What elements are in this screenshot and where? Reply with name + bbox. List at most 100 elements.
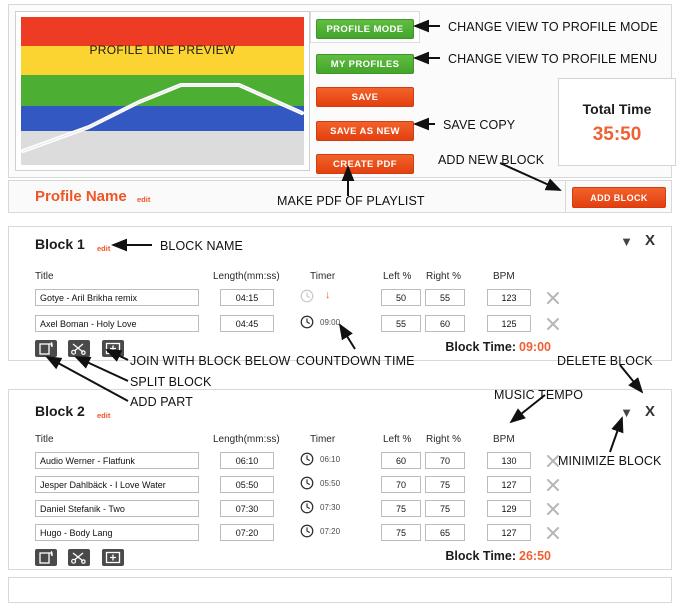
countdown-time-value: 07:30 [320, 503, 341, 512]
block-2-edit-link[interactable]: edit [97, 411, 110, 420]
profile-line-preview: PROFILE LINE PREVIEW [15, 11, 310, 171]
block-2-title: Block 2 [35, 403, 85, 419]
left-percent-input[interactable] [381, 289, 421, 306]
column-header-left: Left % [383, 271, 412, 282]
track-length-input[interactable] [220, 315, 274, 332]
countdown-time-value: 09:00 [320, 318, 341, 327]
column-header-timer: Timer [310, 271, 336, 282]
preview-label: PROFILE LINE PREVIEW [89, 43, 236, 57]
annotation-label: DELETE BLOCK [557, 354, 653, 368]
annotation-label: ADD PART [130, 395, 193, 409]
total-time-label: Total Time [582, 101, 652, 117]
add-block-bar: ADD BLOCK [565, 180, 672, 213]
save-as-new-button[interactable]: SAVE AS NEW [316, 121, 414, 141]
track-title-input[interactable] [35, 524, 199, 541]
delete-row-icon[interactable] [545, 525, 561, 546]
block-1-edit-link[interactable]: edit [97, 244, 110, 253]
right-percent-input[interactable] [425, 500, 465, 517]
countdown-time-value: 05:50 [320, 479, 341, 488]
clock-icon-active[interactable] [300, 452, 314, 471]
countdown-arrow-icon: ↓ [325, 289, 331, 301]
save-button[interactable]: SAVE [316, 87, 414, 107]
bpm-input[interactable] [487, 452, 531, 469]
left-percent-input[interactable] [381, 452, 421, 469]
column-header-right: Right % [426, 271, 462, 282]
delete-row-icon[interactable] [545, 477, 561, 498]
table-row: ↓ [9, 289, 671, 313]
page-title: Profile Name [35, 188, 127, 205]
add-part-icon[interactable] [101, 549, 124, 566]
create-pdf-button[interactable]: CREATE PDF [316, 154, 414, 174]
right-percent-input[interactable] [425, 476, 465, 493]
delete-row-icon[interactable] [545, 316, 561, 337]
my-profiles-button[interactable]: MY PROFILES [316, 54, 414, 74]
block-1-title: Block 1 [35, 236, 85, 252]
annotation-label: CHANGE VIEW TO PROFILE MENU [448, 52, 658, 66]
profile-mode-button[interactable]: PROFILE MODE [316, 19, 414, 39]
column-header-length: Length(mm:ss) [213, 271, 280, 282]
left-percent-input[interactable] [381, 476, 421, 493]
table-row: 05:50 [9, 476, 671, 500]
profile-name-edit-link[interactable]: edit [137, 195, 150, 204]
column-header-length: Length(mm:ss) [213, 434, 280, 445]
profile-line-graph [21, 83, 304, 153]
annotation-label: MUSIC TEMPO [494, 388, 584, 402]
preview-canvas: PROFILE LINE PREVIEW [21, 17, 304, 165]
right-percent-input[interactable] [425, 315, 465, 332]
block-2-delete-icon[interactable]: X [645, 404, 655, 419]
bpm-input[interactable] [487, 500, 531, 517]
track-length-input[interactable] [220, 500, 274, 517]
countdown-time-value: 07:20 [320, 527, 341, 536]
right-percent-input[interactable] [425, 289, 465, 306]
clock-icon-inactive[interactable] [300, 289, 314, 308]
track-length-input[interactable] [220, 476, 274, 493]
block-1-delete-icon[interactable]: X [645, 233, 655, 248]
table-row: 07:30 [9, 500, 671, 524]
track-title-input[interactable] [35, 476, 199, 493]
add-block-button[interactable]: ADD BLOCK [572, 187, 666, 208]
track-length-input[interactable] [220, 289, 274, 306]
annotation-label: JOIN WITH BLOCK BELOW [130, 354, 291, 368]
right-percent-input[interactable] [425, 452, 465, 469]
block-2-time: Block Time: 26:50 [445, 549, 551, 563]
annotation-label: MAKE PDF OF PLAYLIST [277, 194, 425, 208]
join-block-icon[interactable] [35, 340, 57, 357]
block-panel-3-partial [8, 577, 672, 603]
track-title-input[interactable] [35, 500, 199, 517]
add-part-icon[interactable] [101, 340, 124, 357]
clock-icon-active[interactable] [300, 500, 314, 519]
column-header-bpm: BPM [493, 434, 515, 445]
block-time-value: 26:50 [519, 549, 551, 563]
scissors-icon[interactable] [68, 549, 91, 566]
track-length-input[interactable] [220, 524, 274, 541]
left-percent-input[interactable] [381, 500, 421, 517]
left-percent-input[interactable] [381, 524, 421, 541]
block-1-minimize-icon[interactable]: ▼ [620, 235, 633, 248]
clock-icon-active[interactable] [300, 315, 314, 334]
column-header-left: Left % [383, 434, 412, 445]
bpm-input[interactable] [487, 476, 531, 493]
bpm-input[interactable] [487, 315, 531, 332]
bpm-input[interactable] [487, 289, 531, 306]
clock-icon-active[interactable] [300, 476, 314, 495]
scissors-icon[interactable] [68, 340, 91, 357]
track-title-input[interactable] [35, 315, 199, 332]
track-length-input[interactable] [220, 452, 274, 469]
block-2-tools [35, 549, 131, 567]
delete-row-icon[interactable] [545, 290, 561, 311]
block-time-label: Block Time: [445, 340, 517, 354]
right-percent-input[interactable] [425, 524, 465, 541]
block-time-label: Block Time: [445, 549, 517, 563]
bpm-input[interactable] [487, 524, 531, 541]
block-2-minimize-icon[interactable]: ▼ [620, 406, 633, 419]
annotation-label: COUNTDOWN TIME [296, 354, 415, 368]
delete-row-icon[interactable] [545, 501, 561, 522]
track-title-input[interactable] [35, 452, 199, 469]
column-header-timer: Timer [310, 434, 336, 445]
column-header-title: Title [35, 434, 54, 445]
track-title-input[interactable] [35, 289, 199, 306]
join-block-icon[interactable] [35, 549, 57, 566]
annotation-label: ADD NEW BLOCK [438, 153, 545, 167]
clock-icon-active[interactable] [300, 524, 314, 543]
left-percent-input[interactable] [381, 315, 421, 332]
